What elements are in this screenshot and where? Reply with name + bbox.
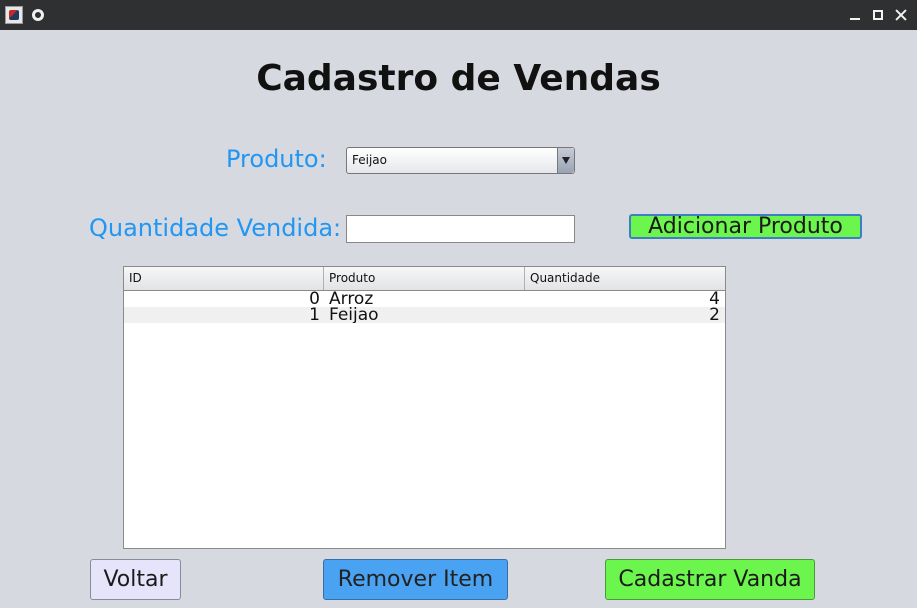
add-product-button[interactable]: Adicionar Produto — [629, 214, 862, 239]
produto-selected-value: Feijao — [352, 153, 387, 167]
cell-quantidade: 2 — [709, 307, 720, 323]
produto-label: Produto: — [226, 145, 327, 173]
sales-table[interactable]: ID Produto Quantidade 0 Arroz 4 1 Feijao… — [123, 266, 726, 549]
quantidade-label: Quantidade Vendida: — [89, 214, 342, 242]
chevron-down-icon[interactable] — [557, 148, 574, 173]
table-row[interactable]: 0 Arroz 4 — [124, 291, 725, 307]
quantidade-input[interactable] — [346, 215, 575, 243]
remove-item-button[interactable]: Remover Item — [323, 559, 508, 600]
window-menu-icon[interactable] — [28, 5, 48, 25]
cell-quantidade: 4 — [709, 291, 720, 307]
back-button[interactable]: Voltar — [90, 559, 181, 600]
column-header-quantidade[interactable]: Quantidade — [525, 267, 725, 290]
maximize-icon[interactable] — [868, 5, 888, 25]
window-titlebar — [0, 0, 917, 30]
produto-dropdown[interactable]: Feijao — [346, 147, 575, 174]
minimize-icon[interactable] — [845, 5, 865, 25]
register-sale-button[interactable]: Cadastrar Vanda — [605, 559, 815, 600]
table-row[interactable]: 1 Feijao 2 — [124, 307, 725, 323]
cell-id: 0 — [309, 291, 320, 307]
column-header-id[interactable]: ID — [124, 267, 324, 290]
table-header: ID Produto Quantidade — [124, 267, 725, 291]
close-icon[interactable] — [891, 5, 911, 25]
app-icon[interactable] — [4, 5, 24, 25]
column-header-produto[interactable]: Produto — [324, 267, 525, 290]
cell-produto: Arroz — [329, 291, 374, 307]
table-body: 0 Arroz 4 1 Feijao 2 — [124, 291, 725, 323]
cell-produto: Feijao — [329, 307, 379, 323]
cell-id: 1 — [309, 307, 320, 323]
page-title: Cadastro de Vendas — [256, 58, 661, 99]
